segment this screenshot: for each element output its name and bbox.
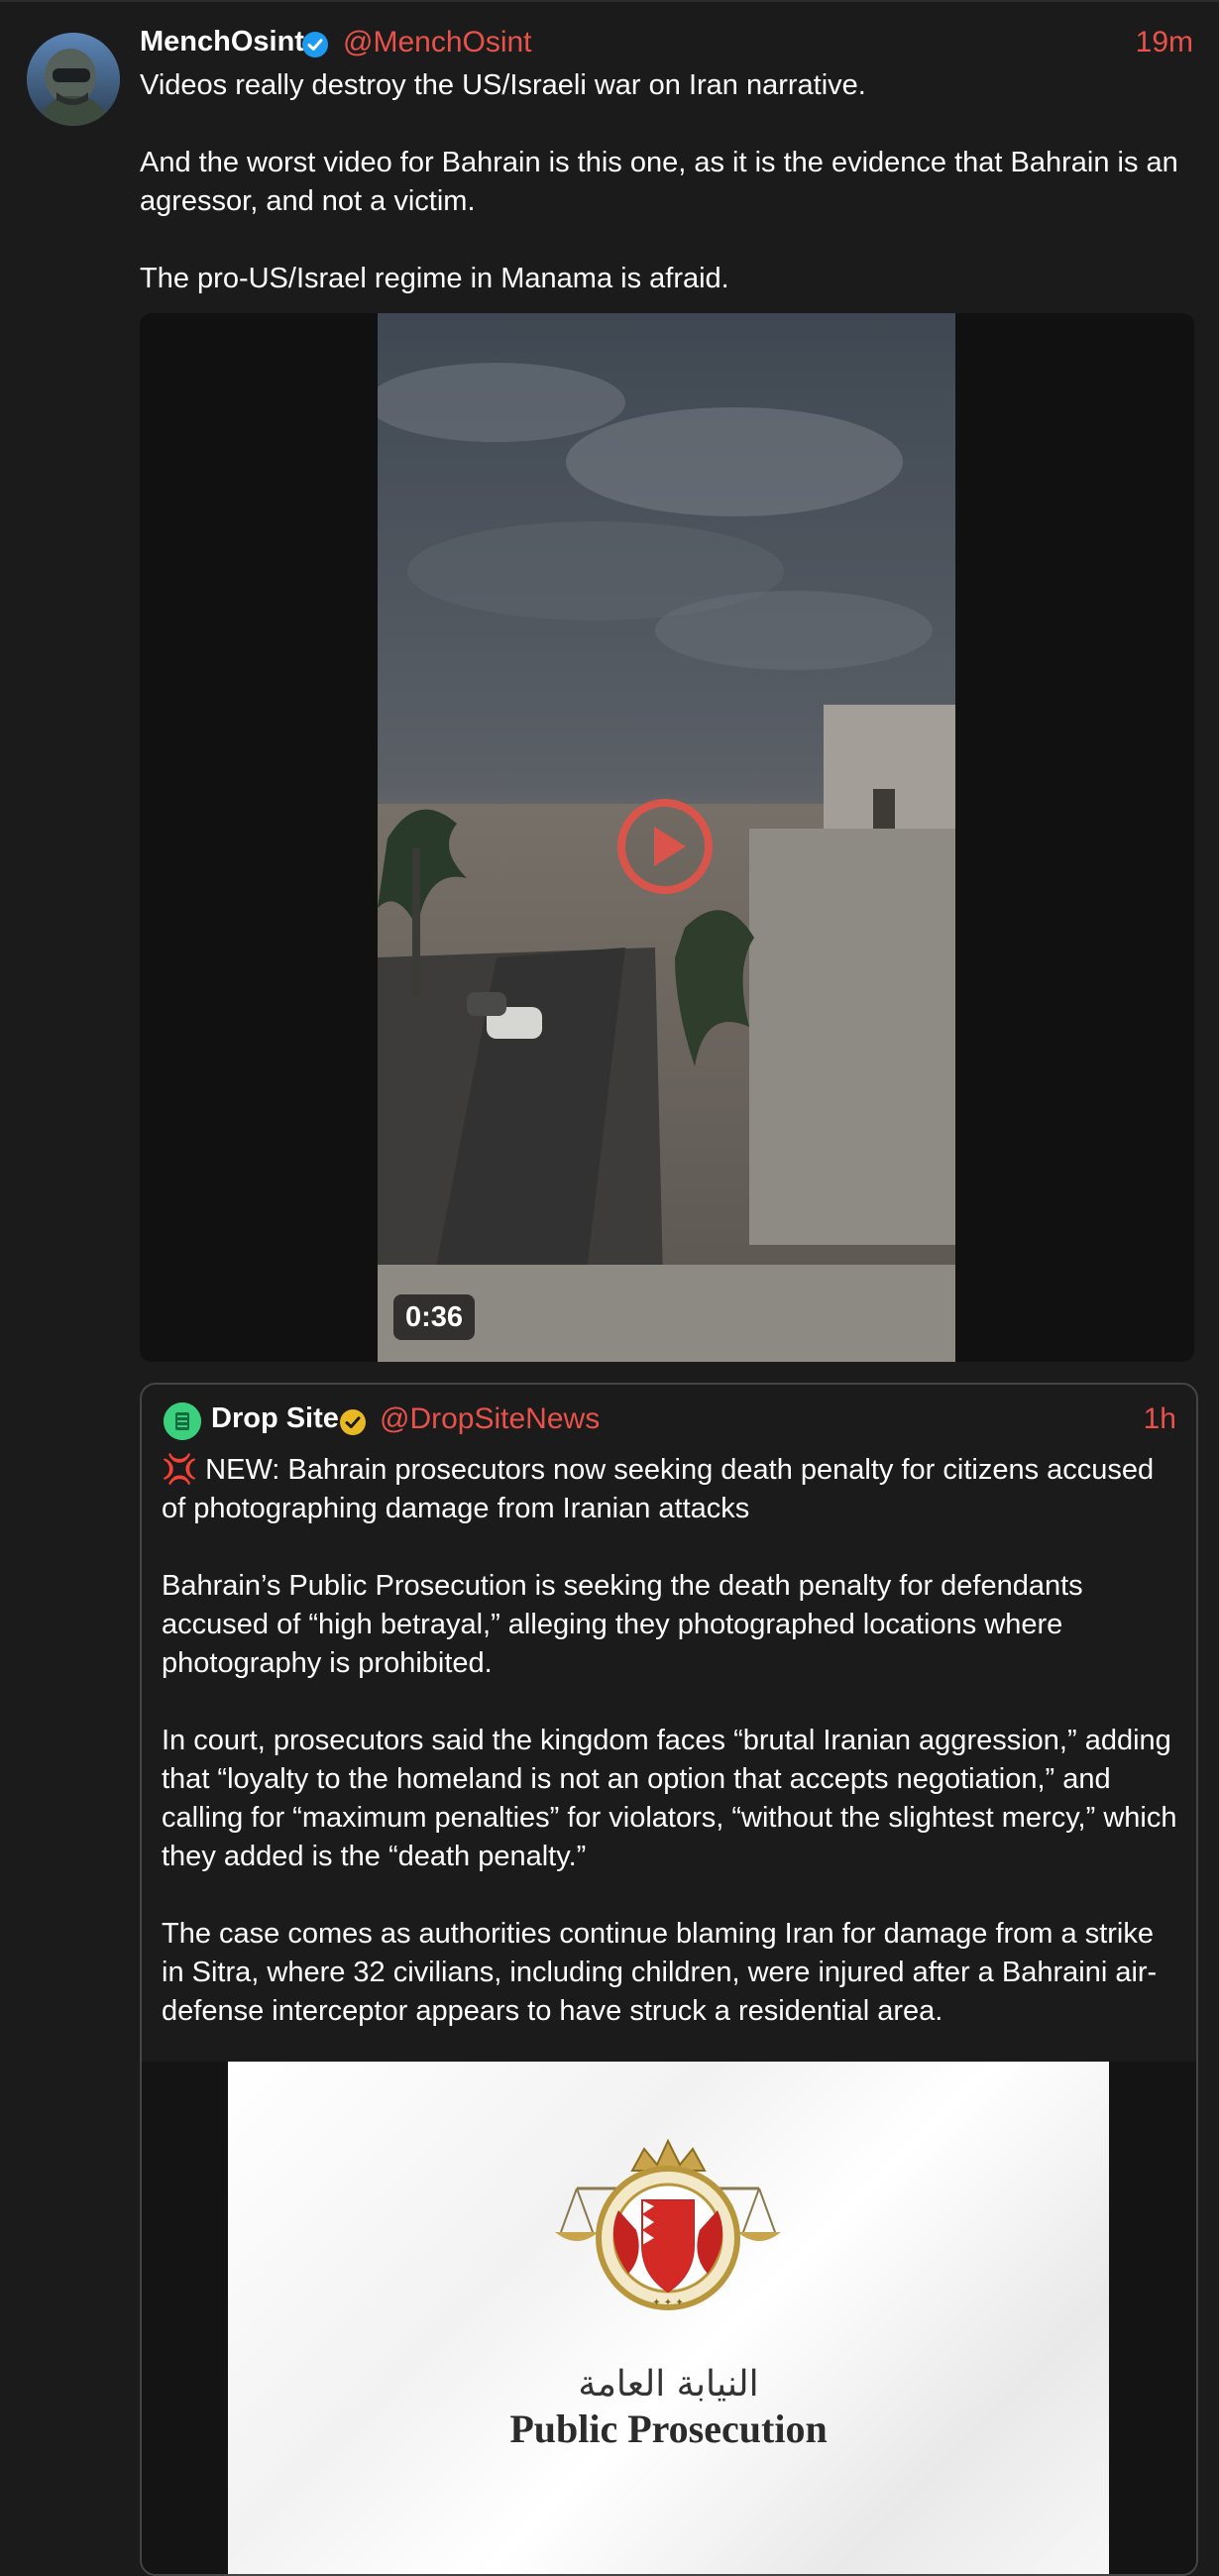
post-paragraph: Videos really destroy the US/Israeli war… bbox=[140, 69, 866, 101]
quoted-media[interactable]: ✦ ✦ ✦ النيابة العامة Public Prosecution bbox=[142, 2062, 1196, 2574]
author-handle[interactable]: @MenchOsint bbox=[343, 26, 532, 59]
video-player[interactable]: 0:36 bbox=[140, 313, 1194, 1362]
public-prosecution-image[interactable]: ✦ ✦ ✦ النيابة العامة Public Prosecution bbox=[228, 2062, 1109, 2574]
quoted-author-handle[interactable]: @DropSiteNews bbox=[380, 1402, 600, 1436]
quoted-paragraph: 💢 NEW: Bahrain prosecutors now seeking d… bbox=[162, 1451, 1177, 1528]
author-name[interactable]: MenchOsint bbox=[140, 26, 304, 58]
public-prosecution-title: Public Prosecution bbox=[509, 2407, 828, 2451]
post-timestamp[interactable]: 19m bbox=[1136, 26, 1193, 59]
post-header: MenchOsint @MenchOsint 19m bbox=[140, 24, 1193, 63]
quoted-paragraph: The case comes as authorities continue b… bbox=[162, 1918, 1158, 2027]
svg-text:✦ ✦ ✦: ✦ ✦ ✦ bbox=[652, 2297, 684, 2308]
post-body: Videos really destroy the US/Israeli war… bbox=[140, 66, 1205, 337]
arabic-title: النيابة العامة bbox=[578, 2364, 759, 2405]
quoted-paragraph: In court, prosecutors said the kingdom f… bbox=[162, 1725, 1177, 1872]
quoted-author-avatar[interactable] bbox=[164, 1402, 201, 1440]
quoted-post-body: 💢 NEW: Bahrain prosecutors now seeking d… bbox=[162, 1451, 1177, 2070]
quoted-headline: NEW: Bahrain prosecutors now seeking dea… bbox=[162, 1454, 1155, 1524]
quoted-post-timestamp[interactable]: 1h bbox=[1144, 1402, 1176, 1436]
top-divider bbox=[0, 0, 1219, 2]
quoted-paragraph: Bahrain’s Public Prosecution is seeking … bbox=[162, 1570, 1083, 1679]
verified-badge-icon bbox=[301, 31, 329, 58]
prosecution-emblem-logo: ✦ ✦ ✦ bbox=[555, 2138, 781, 2310]
anger-symbol-icon: 💢 bbox=[162, 1454, 198, 1486]
quoted-post[interactable]: Drop Site @DropSiteNews 1h 💢 NEW: Bahrai… bbox=[140, 1383, 1198, 2576]
author-avatar[interactable] bbox=[27, 33, 120, 126]
post-paragraph: The pro-US/Israel regime in Manama is af… bbox=[140, 263, 729, 294]
video-duration: 0:36 bbox=[393, 1294, 476, 1340]
verified-gold-badge-icon bbox=[339, 1408, 367, 1436]
quoted-author-name[interactable]: Drop Site bbox=[211, 1402, 339, 1435]
post-paragraph: And the worst video for Bahrain is this … bbox=[140, 147, 1178, 217]
play-button-icon[interactable] bbox=[615, 797, 715, 896]
